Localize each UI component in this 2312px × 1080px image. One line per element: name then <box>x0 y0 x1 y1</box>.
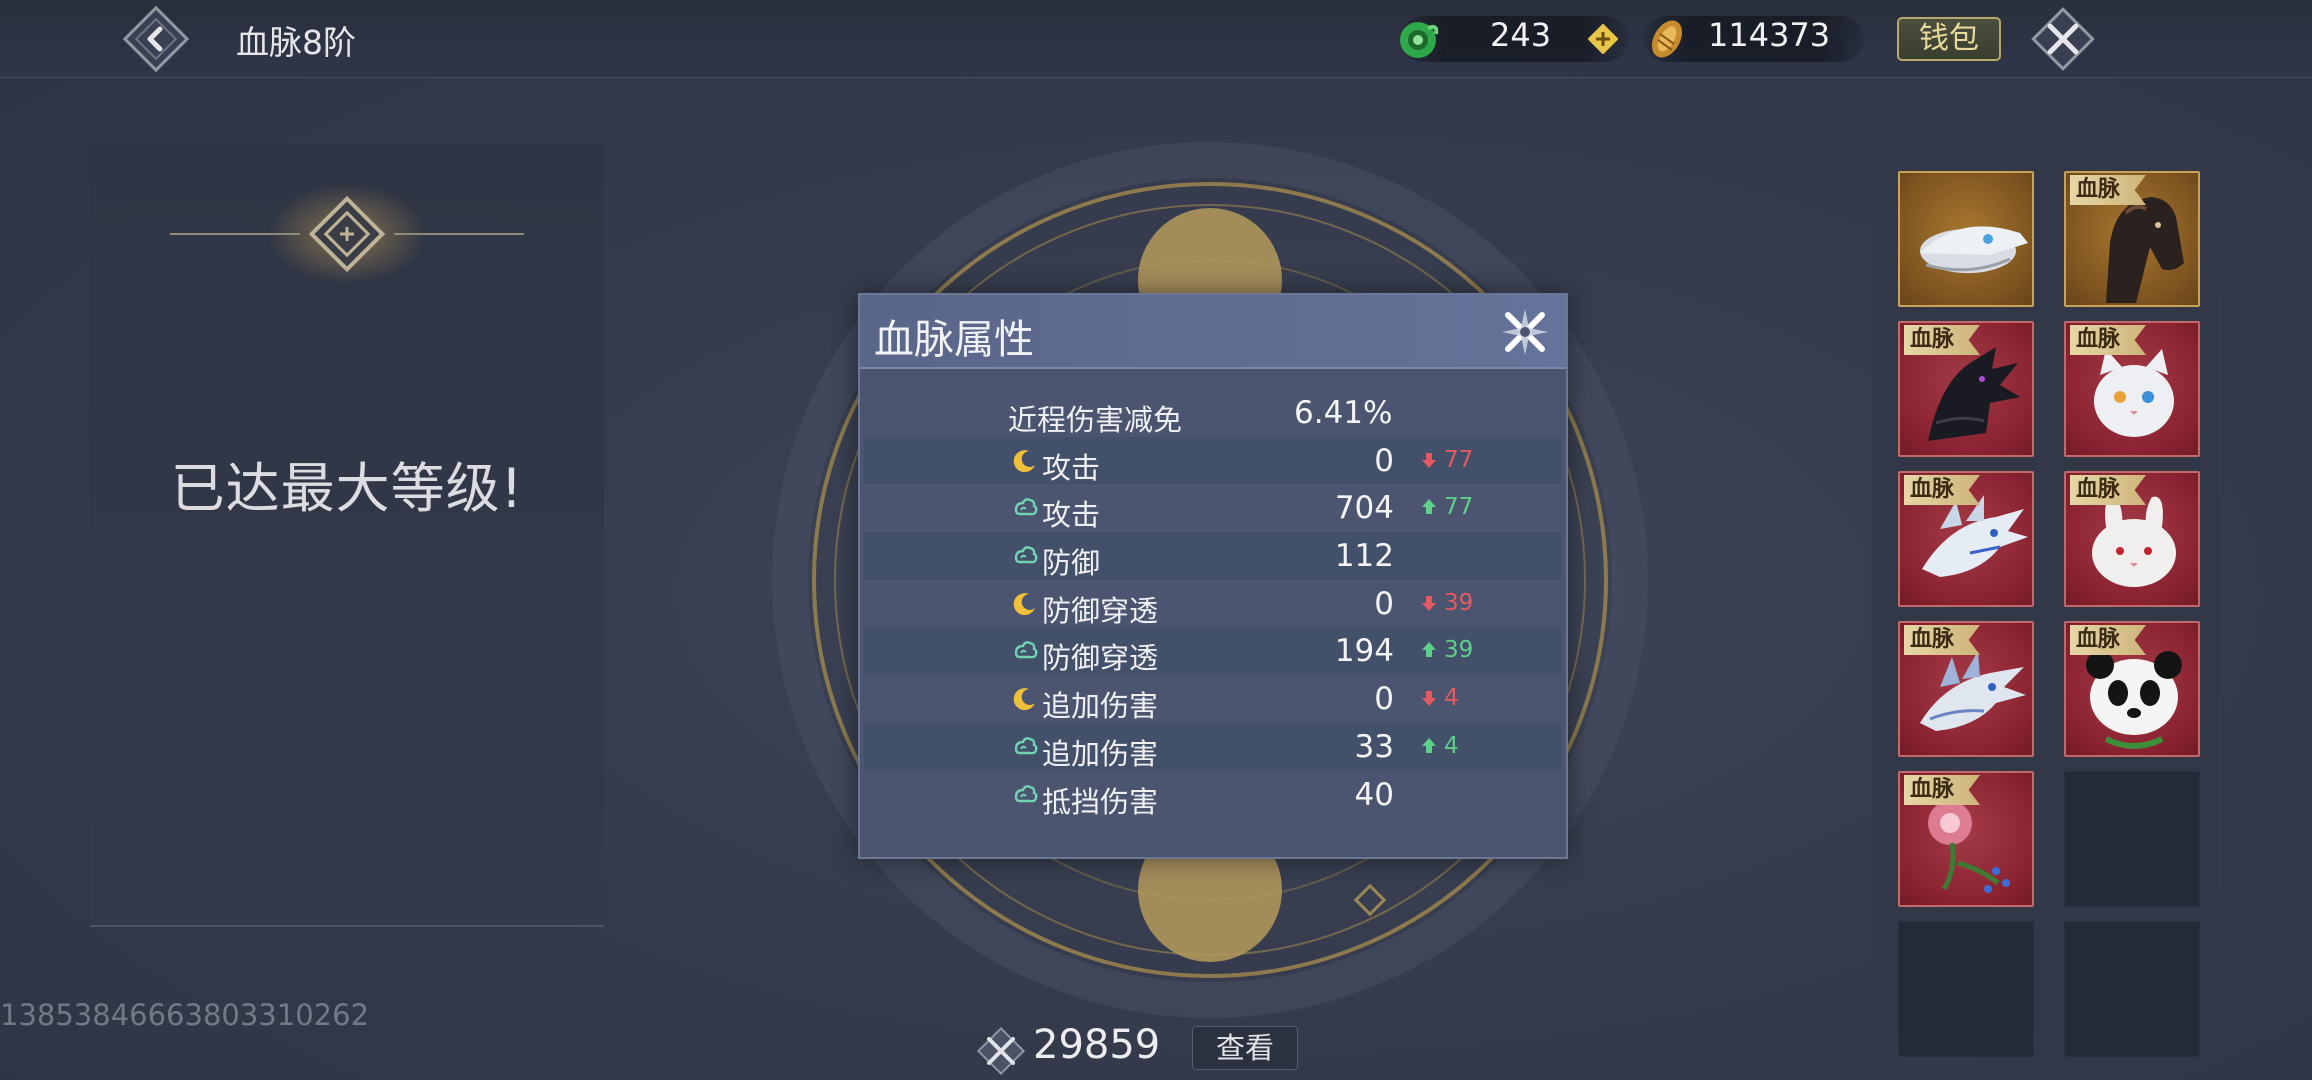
bloodline-slot-panda[interactable]: 血脉 <box>2064 621 2200 757</box>
panel-divider <box>90 925 604 927</box>
empty-slot <box>1898 921 2034 1057</box>
bloodline-tag: 血脉 <box>1904 775 1981 805</box>
wallet-button[interactable]: 钱包 <box>1897 17 2001 61</box>
attribute-label: 防御 <box>1042 546 1101 581</box>
attribute-value: 0 <box>1374 442 1394 479</box>
gold-amount: 114373 <box>1708 16 1831 54</box>
cloud-icon <box>1012 495 1038 521</box>
attribute-value: 0 <box>1374 681 1394 718</box>
attribute-label: 抵挡伤害 <box>1042 784 1159 819</box>
bird-skull-icon <box>1920 226 2028 273</box>
attribute-label: 攻击 <box>1042 498 1101 533</box>
bloodline-slot-flower-vine[interactable]: 血脉 <box>1898 771 2034 907</box>
attribute-row: 防御穿透 194 39 <box>864 627 1562 675</box>
attribute-value: 6.41% <box>1294 395 1393 431</box>
attribute-row: 追加伤害 33 4 <box>864 722 1562 771</box>
back-arrow-icon[interactable] <box>120 3 192 75</box>
bloodline-tag: 血脉 <box>2070 325 2147 355</box>
empty-slot <box>2064 771 2200 907</box>
attribute-row: 防御 112 <box>864 532 1562 580</box>
bloodline-slot-black-dragon[interactable]: 血脉 <box>1898 321 2034 457</box>
diff-value: 39 <box>1444 637 1474 664</box>
view-button[interactable]: 查看 <box>1192 1026 1298 1070</box>
add-currency-icon[interactable] <box>1588 24 1618 54</box>
diff-value: 77 <box>1444 446 1474 473</box>
attribute-label: 防御穿透 <box>1042 593 1159 628</box>
dialog-header: 血脉属性 <box>860 295 1566 369</box>
bloodline-slot-white-cat[interactable]: 血脉 <box>2064 321 2200 457</box>
attribute-row: 追加伤害 0 4 <box>864 675 1562 723</box>
jade-coin-icon <box>1400 22 1439 58</box>
gold-ingot-icon <box>1651 20 1683 58</box>
bloodline-attributes-dialog: 血脉属性 近程伤害减免 6.41% 攻击 0 77 攻击 704 77 防御 112 防御穿透 0 39… <box>858 293 1568 859</box>
attribute-value: 33 <box>1354 728 1394 765</box>
cloud-icon <box>1012 543 1038 569</box>
cloud-icon <box>1012 782 1038 808</box>
bloodline-tag: 血脉 <box>1904 625 1981 655</box>
page-title: 血脉8阶 <box>236 23 356 62</box>
attribute-value: 194 <box>1334 633 1394 670</box>
bloodline-slot-bird-skull[interactable] <box>1898 171 2034 307</box>
bloodline-slot-white-dragon[interactable]: 血脉 <box>1898 471 2034 607</box>
max-level-text: 已达最大等级! <box>170 457 524 520</box>
attribute-label: 防御穿透 <box>1042 641 1159 676</box>
attribute-row: 近程伤害减免 6.41% <box>864 389 1562 437</box>
moon-icon <box>1012 591 1038 617</box>
attribute-value: 0 <box>1374 585 1394 622</box>
cloud-icon <box>1012 734 1038 760</box>
bloodline-tag: 血脉 <box>2070 475 2147 505</box>
attribute-row: 攻击 704 77 <box>864 484 1562 532</box>
bloodline-tag: 血脉 <box>2070 175 2147 205</box>
cloud-icon <box>1012 638 1038 664</box>
attribute-value: 40 <box>1354 776 1394 813</box>
attribute-value: 704 <box>1334 490 1394 527</box>
diff-value: 4 <box>1444 685 1459 712</box>
attribute-list: 近程伤害减免 6.41% 攻击 0 77 攻击 704 77 防御 112 防御穿透 0 39 防御穿透 1… <box>864 389 1562 819</box>
attribute-label: 攻击 <box>1042 450 1101 485</box>
jade-amount: 243 <box>1490 16 1552 54</box>
attribute-row: 抵挡伤害 40 <box>864 771 1562 819</box>
attribute-label: 追加伤害 <box>1042 689 1159 724</box>
bloodline-tag: 血脉 <box>1904 475 1981 505</box>
bloodline-slot-ice-dragon[interactable]: 血脉 <box>1898 621 2034 757</box>
diff-value: 4 <box>1444 732 1459 759</box>
combat-power-icon <box>976 1026 1026 1076</box>
dialog-title: 血脉属性 <box>874 317 1034 363</box>
empty-slot <box>2064 921 2200 1057</box>
close-icon[interactable] <box>1496 303 1554 361</box>
diff-value: 39 <box>1444 589 1474 616</box>
moon-icon <box>1012 686 1038 712</box>
attribute-value: 112 <box>1334 538 1394 575</box>
bloodline-level-panel: 已达最大等级! <box>90 144 604 927</box>
top-bar: 血脉8阶 243 114373 钱包 <box>0 0 2312 78</box>
bloodline-tag: 血脉 <box>2070 625 2147 655</box>
moon-icon <box>1012 448 1038 474</box>
attribute-row: 攻击 0 77 <box>864 436 1562 485</box>
user-id-watermark: 13853846663803310262 <box>0 998 370 1032</box>
combat-power-value: 29859 <box>1033 1022 1161 1068</box>
attribute-row: 防御穿透 0 39 <box>864 580 1562 628</box>
attribute-label: 近程伤害减免 <box>1008 403 1183 437</box>
attribute-label: 追加伤害 <box>1042 736 1159 771</box>
close-icon[interactable] <box>2026 2 2100 76</box>
knot-emblem-icon <box>170 184 524 284</box>
bloodline-slot-dark-horse[interactable]: 血脉 <box>2064 171 2200 307</box>
diff-value: 77 <box>1444 494 1474 521</box>
bloodline-slot-white-rabbit[interactable]: 血脉 <box>2064 471 2200 607</box>
bloodline-tag: 血脉 <box>1904 325 1981 355</box>
